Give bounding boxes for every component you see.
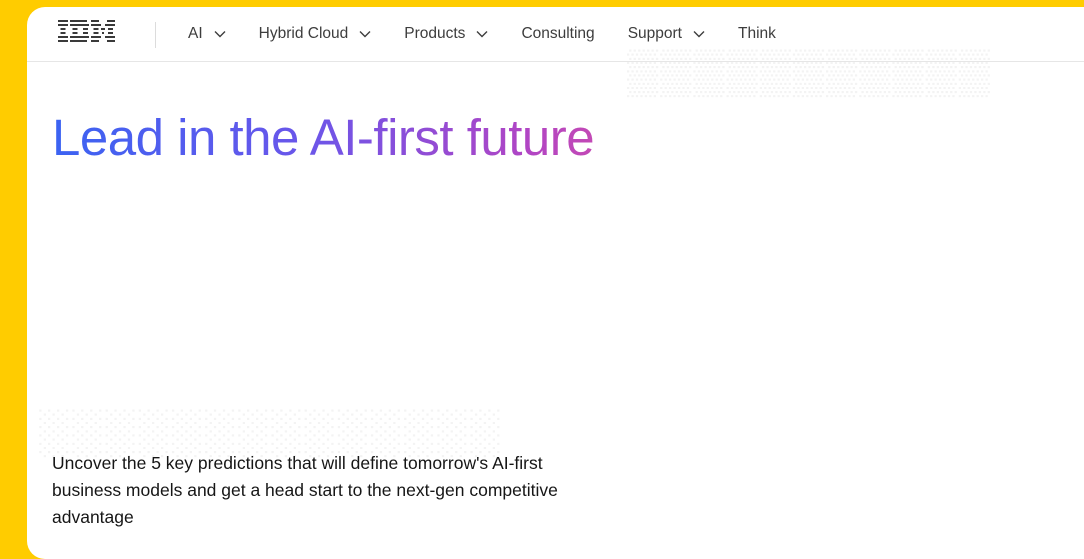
ibm-logo[interactable]: [58, 20, 118, 44]
nav-divider: [155, 22, 156, 48]
nav-item-label: Think: [737, 25, 776, 42]
hero-title: Lead in the AI-first future: [52, 107, 612, 169]
nav-item-label: Products: [404, 25, 466, 42]
nav-item-label: Support: [627, 25, 682, 42]
chevron-down-icon: [214, 31, 226, 38]
ibm-logo-icon: [58, 20, 115, 42]
page-frame: ▒▒▒▒▒▒▒▒▒▒▒ ░░░░░░░░░░░░░░ AI Hybrid Clo…: [27, 7, 1084, 559]
nav-item-label: Consulting: [521, 25, 595, 42]
nav-item-label: AI: [188, 25, 203, 42]
nav-menu: AI Hybrid Cloud Products Consulting Supp…: [188, 7, 809, 61]
chevron-down-icon: [693, 31, 705, 38]
nav-item-support[interactable]: Support: [628, 25, 705, 43]
nav-item-ai[interactable]: AI: [188, 25, 226, 43]
top-navigation: AI Hybrid Cloud Products Consulting Supp…: [27, 7, 1084, 62]
nav-item-hybrid-cloud[interactable]: Hybrid Cloud: [259, 25, 372, 43]
hero-subtitle: Uncover the 5 key predictions that will …: [52, 453, 558, 527]
chevron-down-icon: [476, 31, 488, 38]
nav-item-think[interactable]: Think: [738, 25, 776, 43]
nav-item-products[interactable]: Products: [404, 25, 488, 43]
nav-item-consulting[interactable]: Consulting: [521, 25, 594, 43]
nav-item-label: Hybrid Cloud: [258, 25, 349, 42]
chevron-down-icon: [359, 31, 371, 38]
